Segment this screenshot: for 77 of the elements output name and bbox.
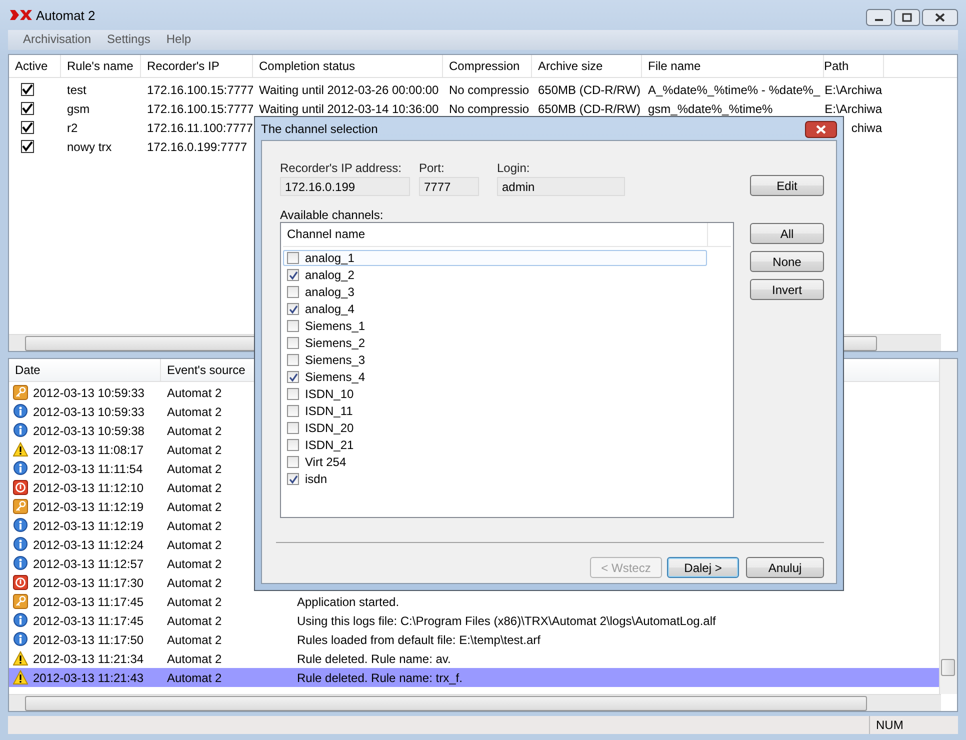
- field-label: Port:: [419, 161, 446, 175]
- table-cell: 172.16.11.100:7777: [147, 120, 253, 134]
- date-cell: 2012-03-13 10:59:38: [33, 424, 144, 438]
- source-cell: Automat 2: [167, 632, 222, 646]
- channel-name: Siemens_1: [305, 319, 366, 333]
- table-cell: 650MB (CD-R/RW): [538, 102, 640, 116]
- table-cell: r2: [67, 120, 78, 134]
- source-cell: Automat 2: [167, 538, 222, 552]
- date-cell: 2012-03-13 11:12:10: [33, 480, 144, 494]
- table-cell: 172.16.100.15:7777: [147, 82, 253, 96]
- source-cell: Automat 2: [167, 652, 222, 666]
- table-cell: A_%date%_%time% - %date%_: [648, 82, 820, 96]
- source-cell: Automat 2: [167, 462, 222, 476]
- date-cell: 2012-03-13 11:12:24: [33, 538, 144, 552]
- channel-name: Siemens_3: [305, 353, 366, 367]
- channel-name: isdn: [305, 472, 328, 486]
- source-cell: Automat 2: [167, 480, 222, 494]
- table-cell: Waiting until 2012-03-14 10:36:00: [259, 102, 439, 116]
- table-cell: test: [67, 82, 86, 96]
- message-cell: Rules loaded from default file: E:\temp\test.arf: [297, 632, 540, 646]
- table-cell: No compressio: [449, 102, 530, 116]
- date-cell: 2012-03-13 11:21:43: [33, 670, 144, 684]
- source-cell: Automat 2: [167, 500, 222, 514]
- source-cell: Automat 2: [167, 386, 222, 400]
- source-cell: Automat 2: [167, 576, 222, 590]
- channel-name: Siemens_4: [305, 370, 366, 384]
- date-cell: 2012-03-13 11:08:17: [33, 442, 144, 456]
- date-cell: 2012-03-13 11:12:19: [33, 518, 144, 532]
- source-cell: Automat 2: [167, 424, 222, 438]
- channel-name: analog_3: [305, 285, 354, 299]
- channel-name: analog_1: [305, 251, 354, 265]
- message-cell: Application started.: [297, 594, 400, 608]
- message-cell: Rule deleted. Rule name: av.: [297, 652, 451, 666]
- source-cell: Automat 2: [167, 670, 222, 684]
- field-label: Login:: [497, 161, 531, 175]
- channel-name: ISDN_10: [305, 387, 354, 401]
- date-cell: 2012-03-13 10:59:33: [33, 386, 144, 400]
- table-cell: gsm: [67, 102, 90, 116]
- table-cell: E:\Archiwa: [824, 102, 882, 116]
- date-cell: 2012-03-13 10:59:33: [33, 404, 144, 418]
- channel-name: ISDN_11: [305, 404, 353, 418]
- window-title: Automat 2: [36, 8, 96, 22]
- table-cell: 172.16.100.15:7777: [147, 102, 253, 116]
- source-cell: Automat 2: [167, 404, 222, 418]
- source-cell: Automat 2: [167, 442, 222, 456]
- dialog-title: The channel selection: [261, 122, 378, 136]
- num-lock-indicator: NUM: [869, 716, 918, 734]
- date-cell: 2012-03-13 11:17:30: [33, 576, 144, 590]
- table-cell: 172.16.0.199:7777: [147, 140, 248, 154]
- table-cell: chiwa: [851, 120, 882, 134]
- channel-name: ISDN_21: [305, 438, 354, 452]
- table-cell: 650MB (CD-R/RW): [538, 82, 640, 96]
- source-cell: Automat 2: [167, 594, 222, 608]
- date-cell: 2012-03-13 11:17:45: [33, 614, 144, 628]
- field-label: Recorder's IP address:: [280, 161, 402, 175]
- table-cell: Waiting until 2012-03-26 00:00:00: [259, 82, 439, 96]
- channel-name: analog_4: [305, 302, 354, 316]
- message-cell: Using this logs file: C:\Program Files (x86)\TRX\Automat 2\logs\AutomatLog.alf: [297, 614, 716, 628]
- table-cell: nowy trx: [67, 140, 112, 154]
- channel-name: ISDN_20: [305, 421, 354, 435]
- date-cell: 2012-03-13 11:11:54: [33, 462, 143, 476]
- date-cell: 2012-03-13 11:21:34: [33, 652, 144, 666]
- source-cell: Automat 2: [167, 556, 222, 570]
- section-label: Available channels:: [280, 208, 384, 222]
- table-cell: No compressio: [449, 82, 530, 96]
- date-cell: 2012-03-13 11:12:19: [33, 500, 144, 514]
- message-cell: Rule deleted. Rule name: trx_f.: [297, 670, 462, 684]
- channel-name: Siemens_2: [305, 336, 366, 350]
- date-cell: 2012-03-13 11:17:50: [33, 632, 144, 646]
- table-cell: E:\Archiwa: [824, 82, 882, 96]
- date-cell: 2012-03-13 11:17:45: [33, 594, 144, 608]
- source-cell: Automat 2: [167, 518, 222, 532]
- date-cell: 2012-03-13 11:12:57: [33, 556, 144, 570]
- channel-name: analog_2: [305, 268, 354, 282]
- source-cell: Automat 2: [167, 614, 222, 628]
- table-cell: gsm_%date%_%time%: [648, 102, 773, 116]
- channel-name: Virt 254: [305, 455, 346, 469]
